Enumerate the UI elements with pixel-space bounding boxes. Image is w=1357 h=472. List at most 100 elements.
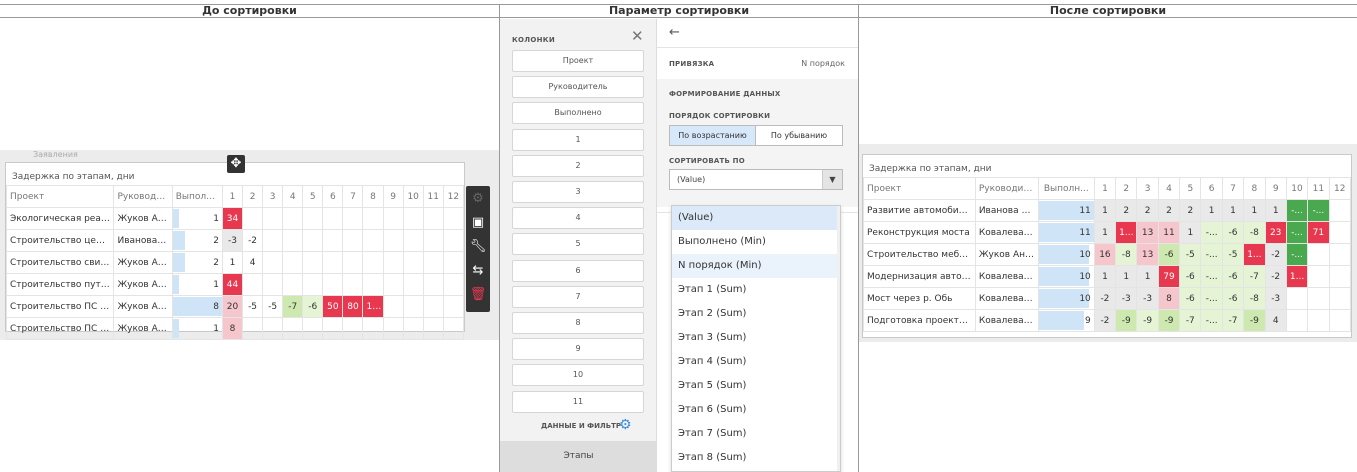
column-item[interactable]: Проект: [512, 50, 644, 72]
column-item[interactable]: 4: [512, 207, 644, 230]
table-row[interactable]: Подготовка проекта "м... Ковалева С... 9 -2…: [863, 309, 1352, 332]
dropdown-option[interactable]: Выполнено (Min): [672, 230, 840, 254]
column-header[interactable]: 10: [402, 185, 424, 208]
column-header[interactable]: Выполн...: [171, 185, 223, 208]
column-header[interactable]: 12: [442, 185, 465, 208]
dropdown-option[interactable]: Этап 3 (Sum): [672, 326, 840, 350]
before-widget[interactable]: Задержка по этапам, дни ПроектРуководите…: [5, 162, 465, 340]
column-item[interactable]: 7: [512, 285, 644, 308]
chevron-down-icon[interactable]: ▼: [822, 170, 842, 189]
column-header[interactable]: 9: [382, 185, 404, 208]
column-item[interactable]: 1: [512, 128, 644, 151]
binding-value[interactable]: N порядок: [801, 59, 845, 68]
stage-cell: -7: [1243, 265, 1266, 288]
column-item[interactable]: 11: [512, 390, 644, 413]
column-header[interactable]: 11: [1307, 177, 1330, 200]
column-header[interactable]: Руководите...: [974, 177, 1039, 200]
back-arrow-icon[interactable]: ←: [669, 25, 680, 40]
stages-tab[interactable]: Этапы: [500, 441, 657, 472]
stage-cell: [342, 251, 364, 274]
column-header[interactable]: 8: [362, 185, 384, 208]
column-header[interactable]: 3: [262, 185, 284, 208]
completed-cell: 2: [171, 229, 223, 252]
stage-cell: 80: [342, 295, 364, 318]
gear-icon[interactable]: ⚙: [466, 188, 490, 210]
column-header[interactable]: 8: [1243, 177, 1266, 200]
column-header[interactable]: 1: [221, 185, 244, 208]
sort-descending-button[interactable]: По убыванию: [755, 125, 843, 146]
column-header[interactable]: 3: [1136, 177, 1159, 200]
table-row[interactable]: Строительство мебель...Жуков Андр... 1016…: [863, 243, 1352, 266]
column-header[interactable]: 7: [1221, 177, 1245, 200]
stage-cell: -3: [221, 229, 244, 252]
stage-cell: 1: [1179, 221, 1202, 244]
sort-by-select[interactable]: (Value) ▼: [669, 169, 843, 190]
table-row[interactable]: Строительство цемент...Иванова Ан... 2-3-…: [5, 229, 465, 252]
wrench-icon[interactable]: 🔧︎: [466, 236, 490, 258]
table-row[interactable]: Строительство ПС 220 ...Жуков Андр... 18: [5, 317, 465, 340]
sort-ascending-button[interactable]: По возрастанию: [669, 125, 756, 146]
dropdown-option[interactable]: (Value): [672, 206, 840, 230]
after-widget[interactable]: Задержка по этапам, дни Проект Руководите…: [862, 154, 1352, 338]
data-filter-label[interactable]: ДАННЫЕ И ФИЛЬТР: [541, 422, 621, 430]
column-header[interactable]: 2: [1115, 177, 1138, 200]
table-row[interactable]: Строительство путепро...Жуков Андр... 144: [5, 273, 465, 296]
table-row[interactable]: Строительство ПС 220 ...Жуков Андр... 820…: [5, 295, 465, 318]
table-row[interactable]: Строительство свинок...Жуков Андр... 214: [5, 251, 465, 274]
column-header[interactable]: 10: [1285, 177, 1309, 200]
trash-icon[interactable]: 🗑︎: [466, 284, 490, 306]
dropdown-option[interactable]: Этап 2 (Sum): [672, 302, 840, 326]
column-header[interactable]: 9: [1264, 177, 1287, 200]
close-icon[interactable]: ✕: [631, 27, 644, 45]
dropdown-option[interactable]: Этап 7 (Sum): [672, 422, 840, 446]
column-header[interactable]: 6: [1200, 177, 1223, 200]
column-item[interactable]: 2: [512, 154, 644, 177]
column-item[interactable]: Руководитель: [512, 76, 644, 99]
stage-cell: -5: [1221, 243, 1245, 266]
dropdown-option[interactable]: Этап 6 (Sum): [672, 398, 840, 422]
layout-icon[interactable]: ▣: [466, 212, 490, 234]
gear-icon[interactable]: ⚙: [619, 417, 632, 433]
dropdown-option[interactable]: Этап 8 (Sum): [672, 446, 840, 470]
column-header[interactable]: Выполн...: [1037, 177, 1095, 200]
column-header[interactable]: 11: [422, 185, 444, 208]
stage-cell: -...: [1285, 243, 1309, 266]
table-row[interactable]: Реконструкция моста Ковалева С... 11 1 1... 1…: [863, 221, 1352, 244]
dropdown-option[interactable]: N порядок (Min): [672, 254, 840, 278]
stage-cell: [362, 273, 384, 296]
table-row[interactable]: Развитие автомобильн... Иванова Ан... 11 1 2…: [863, 199, 1352, 222]
table-row[interactable]: Мост через р. Обь Ковалева С... 10 -2 -3 -3 8-…: [863, 287, 1352, 310]
column-header[interactable]: Проект: [5, 185, 115, 208]
columns-panel: КОЛОНКИ ✕ Проект Руководитель Выполнено 1 2 3…: [500, 19, 657, 472]
scrollbar[interactable]: [837, 206, 840, 471]
stage-cell: 1: [1093, 221, 1117, 244]
column-header[interactable]: 2: [242, 185, 264, 208]
dropdown-option[interactable]: Этап 5 (Sum): [672, 374, 840, 398]
column-header[interactable]: 4: [1157, 177, 1181, 200]
move-icon[interactable]: ✥: [227, 155, 245, 173]
column-item[interactable]: 9: [512, 338, 644, 361]
column-header[interactable]: 1: [1093, 177, 1117, 200]
column-item[interactable]: 3: [512, 181, 644, 203]
column-header[interactable]: 12: [1328, 177, 1352, 200]
dropdown-option[interactable]: Этап 1 (Sum): [672, 278, 840, 302]
column-item[interactable]: Выполнено: [512, 102, 644, 125]
column-header[interactable]: 5: [302, 185, 324, 208]
completed-value: 2: [213, 257, 219, 268]
column-item[interactable]: 10: [512, 364, 644, 387]
sort-icon[interactable]: ⇆: [466, 260, 490, 282]
column-header[interactable]: 5: [1179, 177, 1202, 200]
stage-cell: -2: [1093, 287, 1117, 310]
table-row[interactable]: Модернизация автопа... Ковалева С... 10 1 1 1…: [863, 265, 1352, 288]
dropdown-option[interactable]: Этап 4 (Sum): [672, 350, 840, 374]
table-row[interactable]: Экологическая реабил...Жуков Андр... 134: [5, 207, 465, 230]
column-header[interactable]: 7: [342, 185, 364, 208]
column-item[interactable]: 6: [512, 259, 644, 282]
column-header[interactable]: Проект: [863, 177, 976, 200]
column-header[interactable]: 6: [322, 185, 344, 208]
column-item[interactable]: 8: [512, 312, 644, 334]
completed-value: 10: [1079, 249, 1091, 260]
column-item[interactable]: 5: [512, 233, 644, 256]
column-header[interactable]: 4: [282, 185, 304, 208]
column-header[interactable]: Руководите...: [113, 185, 173, 208]
